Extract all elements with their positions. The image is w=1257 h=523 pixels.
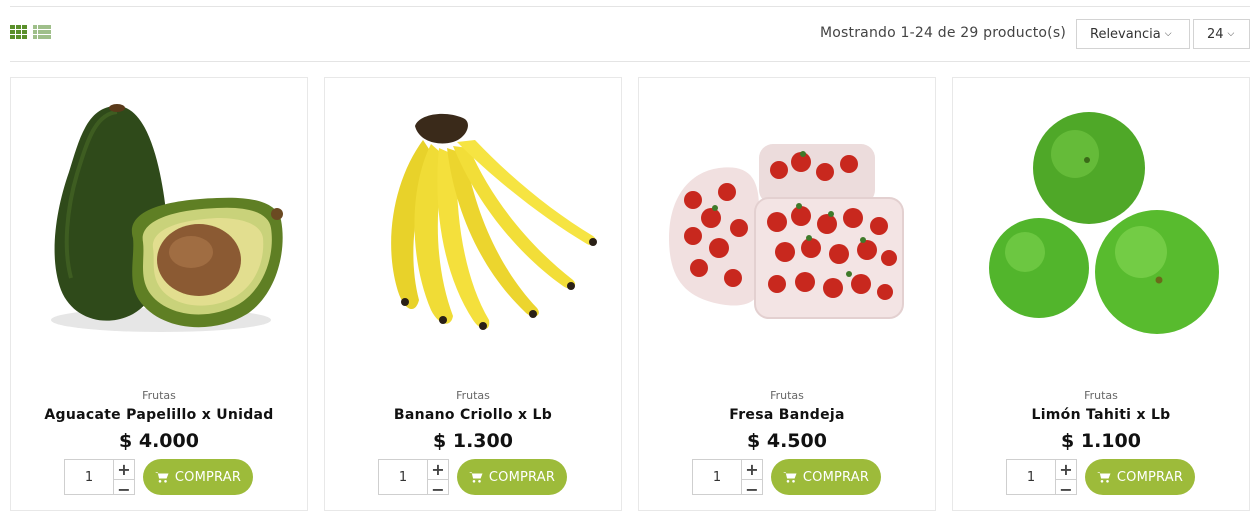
- cart-icon: [154, 472, 169, 483]
- product-name[interactable]: Fresa Bandeja: [639, 407, 935, 423]
- plus-icon[interactable]: +: [114, 460, 134, 479]
- plus-icon[interactable]: +: [428, 460, 448, 479]
- buy-button[interactable]: COMPRAR: [143, 459, 253, 495]
- quantity-input[interactable]: 1: [65, 460, 114, 494]
- product-name[interactable]: Banano Criollo x Lb: [325, 407, 621, 423]
- buy-button[interactable]: COMPRAR: [457, 459, 567, 495]
- product-price: $ 1.100: [1061, 430, 1141, 452]
- quantity-stepper[interactable]: 1 + −: [378, 459, 449, 499]
- sort-select[interactable]: Relevancia ⌵: [1076, 19, 1190, 49]
- quantity-input[interactable]: 1: [693, 460, 742, 494]
- chevron-down-icon: ⌵: [1227, 29, 1235, 39]
- quantity-input[interactable]: 1: [1007, 460, 1056, 494]
- product-category: Frutas: [1084, 389, 1118, 402]
- product-toolbar: Mostrando 1-24 de 29 producto(s) Relevan…: [10, 17, 1250, 50]
- minus-icon[interactable]: −: [428, 479, 448, 499]
- view-switcher: [10, 25, 51, 39]
- product-category: Frutas: [456, 389, 490, 402]
- product-category: Frutas: [770, 389, 804, 402]
- quantity-stepper[interactable]: 1 + −: [692, 459, 763, 499]
- grid-view-icon[interactable]: [10, 25, 27, 39]
- product-card: Frutas Fresa Bandeja $ 4.500 1 + − COMPR…: [638, 77, 936, 511]
- sort-select-value: Relevancia: [1090, 26, 1161, 42]
- minus-icon[interactable]: −: [742, 479, 762, 499]
- buy-button-label: COMPRAR: [802, 469, 870, 485]
- list-view-icon[interactable]: [33, 25, 51, 39]
- cart-icon: [1096, 472, 1111, 483]
- plus-icon[interactable]: +: [1056, 460, 1076, 479]
- product-name[interactable]: Limón Tahiti x Lb: [953, 407, 1249, 423]
- toolbar-divider: [10, 61, 1250, 62]
- buy-button[interactable]: COMPRAR: [1085, 459, 1195, 495]
- per-page-value: 24: [1207, 26, 1224, 42]
- plus-icon[interactable]: +: [742, 460, 762, 479]
- quantity-stepper[interactable]: 1 + −: [1006, 459, 1077, 499]
- results-count: Mostrando 1-24 de 29 producto(s): [819, 25, 1066, 41]
- buy-button[interactable]: COMPRAR: [771, 459, 881, 495]
- top-divider: [10, 6, 1250, 7]
- product-image-banana[interactable]: [335, 88, 611, 378]
- product-card: Frutas Limón Tahiti x Lb $ 1.100 1 + − C…: [952, 77, 1250, 511]
- product-price: $ 4.000: [119, 430, 199, 452]
- minus-icon[interactable]: −: [114, 479, 134, 499]
- buy-button-label: COMPRAR: [488, 469, 556, 485]
- product-image-strawberry-tray[interactable]: [649, 88, 925, 378]
- product-image-lime[interactable]: [963, 88, 1239, 378]
- cart-icon: [468, 472, 483, 483]
- product-card: Frutas Aguacate Papelillo x Unidad $ 4.0…: [10, 77, 308, 511]
- chevron-down-icon: ⌵: [1164, 29, 1172, 39]
- product-category: Frutas: [142, 389, 176, 402]
- quantity-stepper[interactable]: 1 + −: [64, 459, 135, 499]
- minus-icon[interactable]: −: [1056, 479, 1076, 499]
- product-image-avocado[interactable]: [21, 88, 297, 378]
- product-name[interactable]: Aguacate Papelillo x Unidad: [11, 407, 307, 423]
- buy-button-label: COMPRAR: [1116, 469, 1184, 485]
- product-price: $ 4.500: [747, 430, 827, 452]
- cart-icon: [782, 472, 797, 483]
- per-page-select[interactable]: 24 ⌵: [1193, 19, 1250, 49]
- quantity-input[interactable]: 1: [379, 460, 428, 494]
- product-card: Frutas Banano Criollo x Lb $ 1.300 1 + −…: [324, 77, 622, 511]
- buy-button-label: COMPRAR: [174, 469, 242, 485]
- product-price: $ 1.300: [433, 430, 513, 452]
- product-grid: Frutas Aguacate Papelillo x Unidad $ 4.0…: [10, 77, 1250, 523]
